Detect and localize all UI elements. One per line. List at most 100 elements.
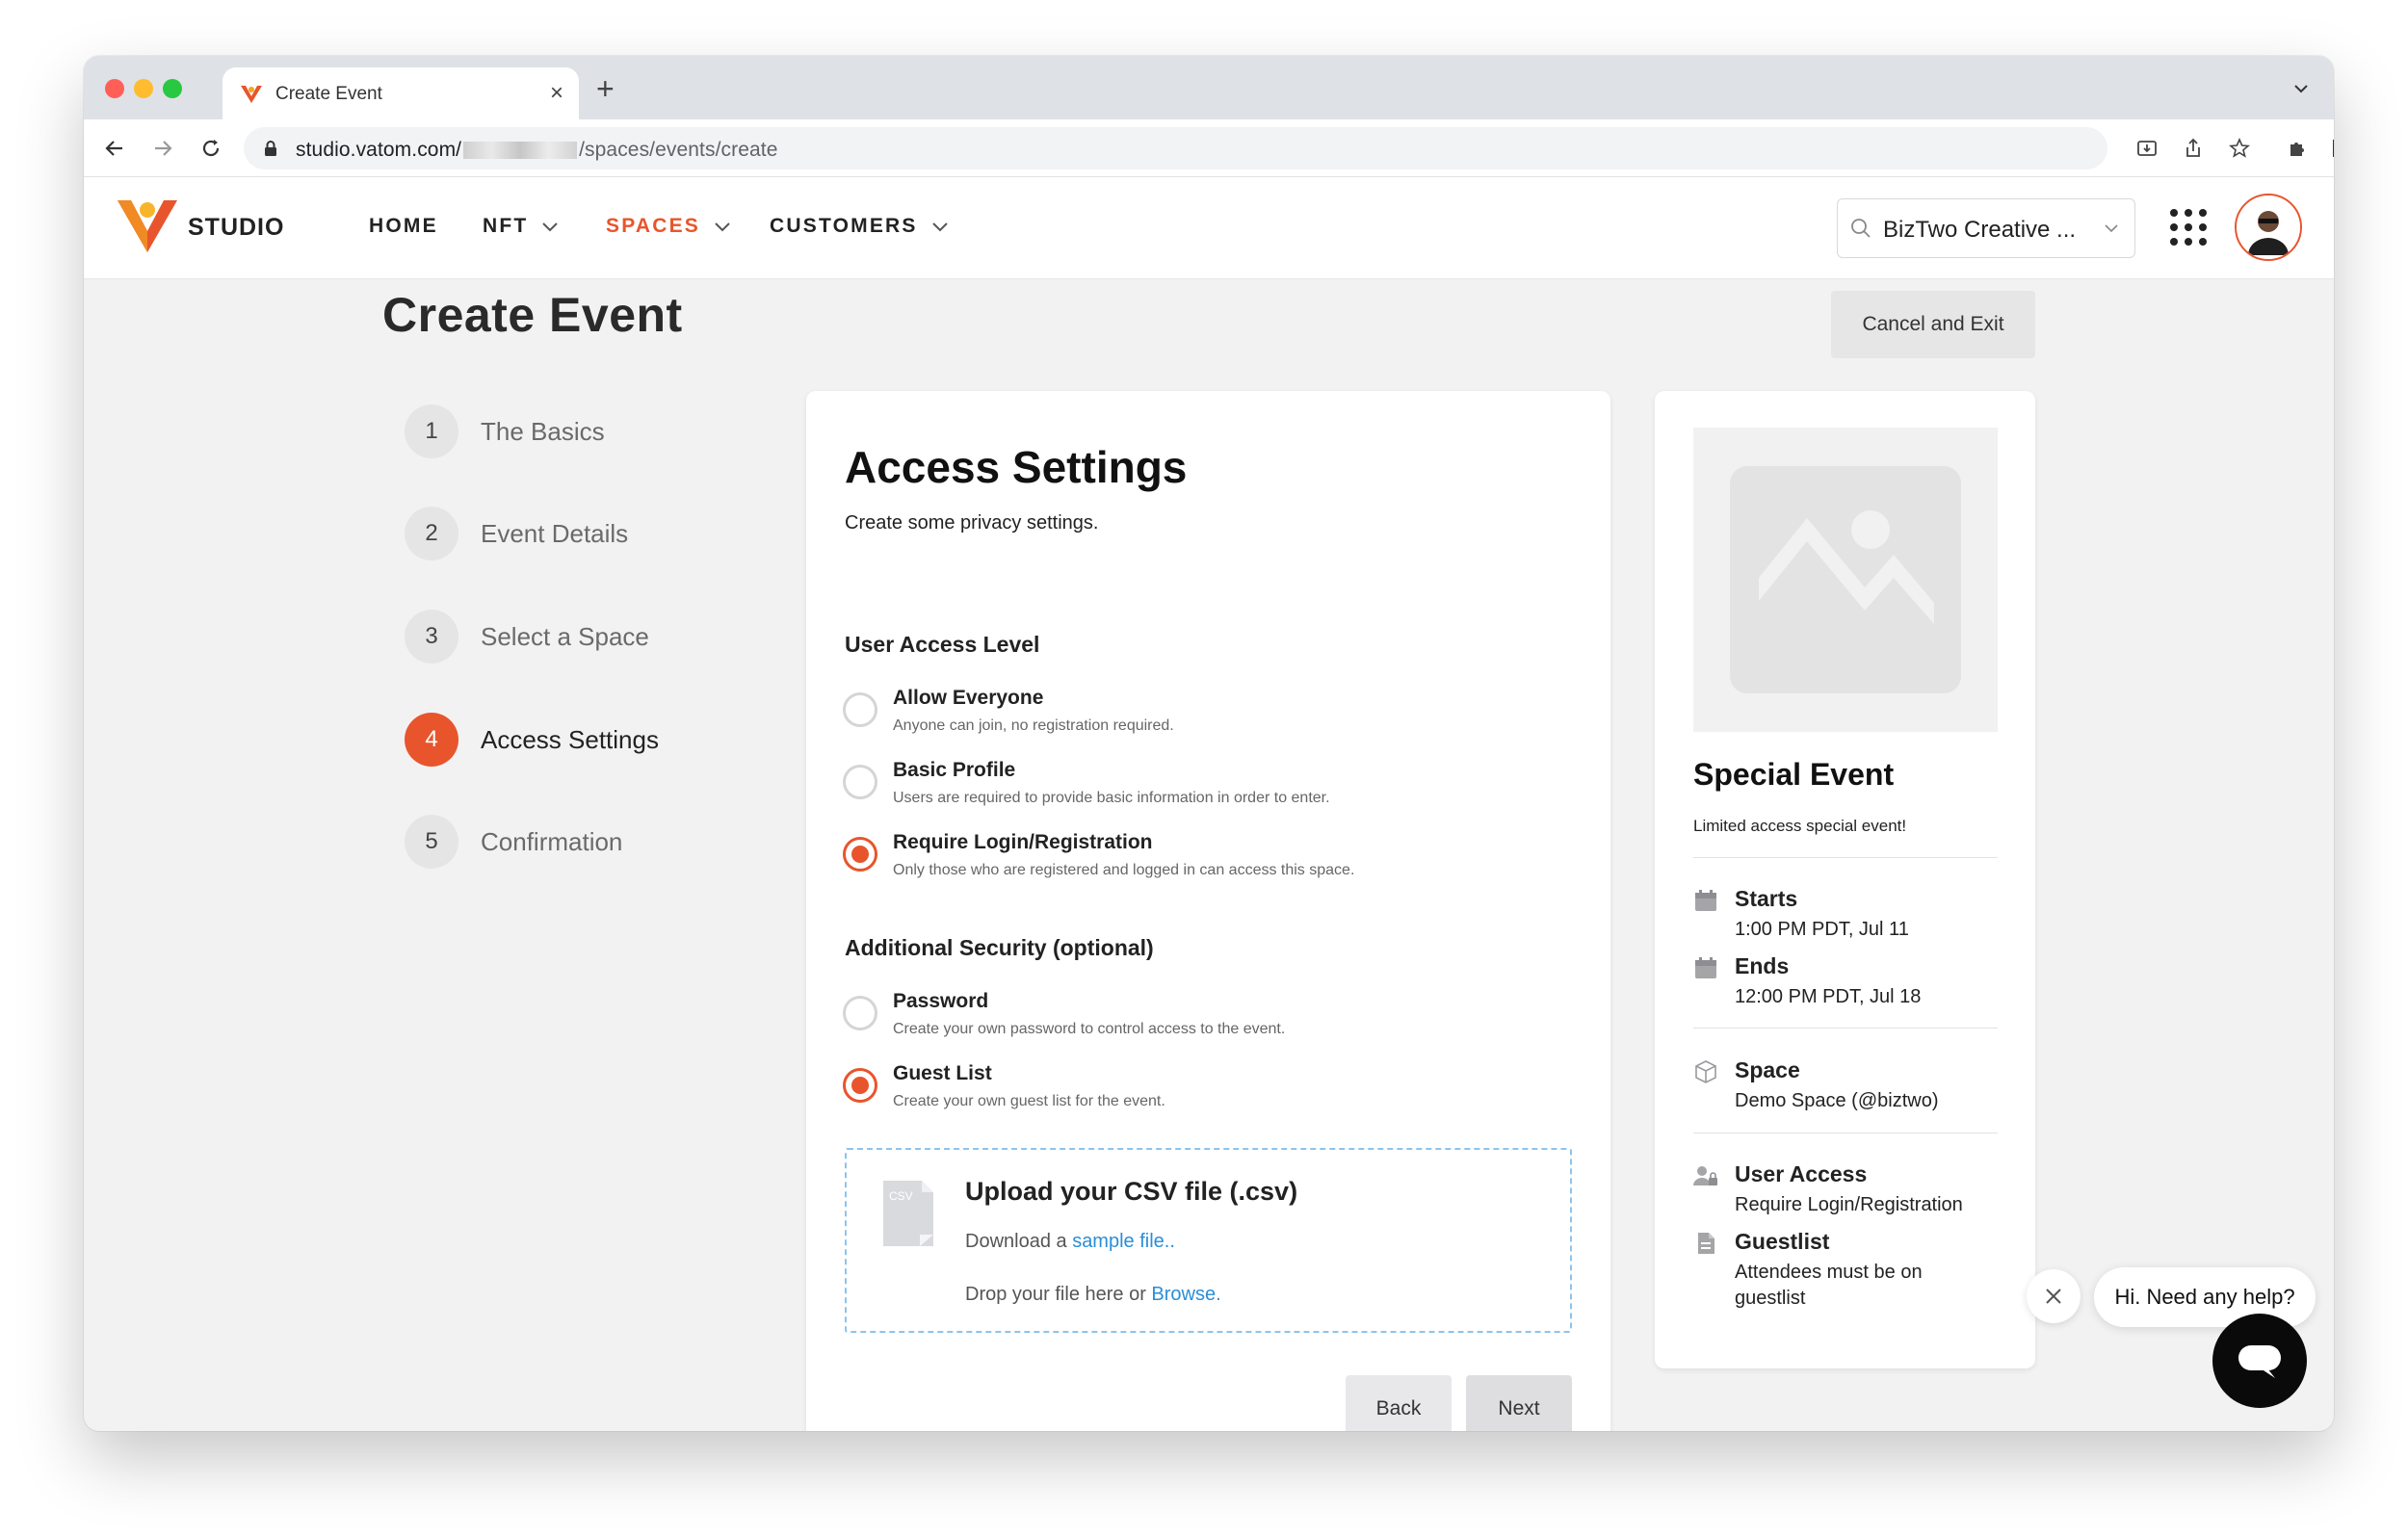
radio-description: Create your own guest list for the event… bbox=[893, 1093, 1165, 1109]
lock-icon bbox=[265, 141, 276, 156]
tab-strip: Create Event × + bbox=[84, 56, 2334, 121]
logo-text: STUDIO bbox=[188, 214, 285, 241]
info-value: 12:00 PM PDT, Jul 18 bbox=[1735, 986, 1922, 1007]
info-heading: Ends bbox=[1735, 953, 1790, 978]
radio-button[interactable] bbox=[843, 692, 877, 727]
back-arrow-icon[interactable] bbox=[99, 133, 130, 164]
additional-security-heading: Additional Security (optional) bbox=[845, 935, 1154, 960]
divider bbox=[1693, 857, 1998, 858]
radio-guest-list[interactable]: Guest List Create your own guest list fo… bbox=[843, 1060, 1575, 1118]
radio-label: Password bbox=[893, 990, 989, 1012]
browser-tab[interactable]: Create Event × bbox=[222, 67, 579, 121]
address-bar[interactable]: studio.vatom.com//spaces/events/create bbox=[244, 127, 2107, 169]
install-app-icon[interactable] bbox=[2132, 133, 2162, 164]
step-label: The Basics bbox=[481, 417, 605, 446]
tab-search-chevron-icon[interactable] bbox=[2291, 79, 2311, 98]
radio-button-selected[interactable] bbox=[843, 1068, 877, 1103]
step-number: 4 bbox=[405, 713, 458, 767]
chevron-down-icon bbox=[715, 222, 730, 232]
step-select-a-space[interactable]: 3 Select a Space bbox=[405, 610, 790, 667]
user-lock-icon bbox=[1693, 1166, 1717, 1185]
upload-title: Upload your CSV file (.csv) bbox=[965, 1177, 1298, 1206]
minimize-window-button[interactable] bbox=[134, 79, 153, 98]
back-button[interactable]: Back bbox=[1346, 1375, 1452, 1431]
chevron-down-icon bbox=[931, 222, 948, 232]
step-number: 5 bbox=[405, 815, 458, 869]
browser-window: Create Event × + studio.vatom.com//space… bbox=[84, 56, 2334, 1431]
cube-icon bbox=[1695, 1060, 1716, 1083]
nav-home[interactable]: HOME bbox=[369, 215, 438, 238]
step-the-basics[interactable]: 1 The Basics bbox=[405, 404, 790, 462]
nav-nft[interactable]: NFT bbox=[483, 215, 559, 238]
dismiss-help-icon[interactable] bbox=[2027, 1269, 2081, 1323]
step-label: Confirmation bbox=[481, 827, 623, 856]
user-avatar[interactable] bbox=[2235, 194, 2302, 261]
info-heading: User Access bbox=[1735, 1161, 1868, 1186]
reload-icon[interactable] bbox=[196, 133, 226, 164]
info-value: Require Login/Registration bbox=[1735, 1194, 1963, 1215]
chat-launcher-button[interactable] bbox=[2212, 1314, 2307, 1408]
search-icon bbox=[1851, 219, 1871, 238]
nav-customers[interactable]: CUSTOMERS bbox=[770, 215, 949, 238]
event-image-placeholder bbox=[1693, 428, 1998, 732]
info-heading: Space bbox=[1735, 1057, 1800, 1082]
organization-name: BizTwo Creative ... bbox=[1883, 217, 2077, 243]
info-heading: Guestlist bbox=[1735, 1229, 1830, 1254]
radio-description: Create your own password to control acce… bbox=[893, 1021, 1286, 1037]
divider bbox=[1693, 1028, 1998, 1029]
bookmark-star-icon[interactable] bbox=[2224, 133, 2255, 164]
tab-title: Create Event bbox=[275, 84, 382, 104]
browser-toolbar: studio.vatom.com//spaces/events/create bbox=[84, 119, 2334, 177]
organization-select[interactable]: BizTwo Creative ... bbox=[1837, 198, 2135, 258]
step-access-settings[interactable]: 4 Access Settings bbox=[405, 713, 790, 770]
csv-file-icon: CSV bbox=[883, 1181, 933, 1246]
nav-spaces[interactable]: SPACES bbox=[606, 215, 731, 238]
info-value: Demo Space (@biztwo) bbox=[1735, 1090, 1939, 1111]
forward-arrow-icon[interactable] bbox=[147, 133, 178, 164]
calendar-icon bbox=[1695, 890, 1716, 911]
info-value: Attendees must be on guestlist bbox=[1735, 1262, 1923, 1309]
card-title: Access Settings bbox=[845, 442, 1188, 492]
next-button[interactable]: Next bbox=[1466, 1375, 1572, 1431]
download-sample-line: Download a sample file.. bbox=[965, 1231, 1175, 1252]
radio-password[interactable]: Password Create your own password to con… bbox=[843, 988, 1575, 1046]
radio-basic-profile[interactable]: Basic Profile Users are required to prov… bbox=[843, 757, 1575, 815]
vatom-favicon-icon bbox=[241, 86, 262, 103]
new-tab-button[interactable]: + bbox=[596, 71, 615, 107]
cancel-and-exit-button[interactable]: Cancel and Exit bbox=[1831, 291, 2035, 358]
radio-button[interactable] bbox=[843, 996, 877, 1030]
document-icon bbox=[1698, 1233, 1714, 1254]
step-confirmation[interactable]: 5 Confirmation bbox=[405, 815, 790, 873]
close-tab-icon[interactable]: × bbox=[550, 80, 563, 107]
step-event-details[interactable]: 2 Event Details bbox=[405, 507, 790, 564]
apps-grid-icon[interactable] bbox=[2170, 209, 2207, 246]
share-icon[interactable] bbox=[2178, 133, 2209, 164]
zoom-window-button[interactable] bbox=[163, 79, 182, 98]
side-panel-icon[interactable] bbox=[2326, 133, 2334, 164]
chevron-down-icon bbox=[542, 222, 559, 232]
radio-require-login[interactable]: Require Login/Registration Only those wh… bbox=[843, 829, 1575, 887]
event-description: Limited access special event! bbox=[1693, 817, 1907, 835]
step-number: 3 bbox=[405, 610, 458, 664]
info-value: 1:00 PM PDT, Jul 11 bbox=[1735, 919, 1909, 940]
help-bubble[interactable]: Hi. Need any help? bbox=[2094, 1267, 2316, 1327]
step-label: Select a Space bbox=[481, 622, 649, 651]
radio-label: Basic Profile bbox=[893, 759, 1016, 781]
radio-button[interactable] bbox=[843, 765, 877, 799]
chat-bubble-icon bbox=[2238, 1345, 2281, 1378]
svg-text:CSV: CSV bbox=[889, 1189, 913, 1203]
image-placeholder-icon bbox=[1730, 466, 1961, 693]
sample-file-link[interactable]: sample file.. bbox=[1072, 1231, 1175, 1252]
browse-link[interactable]: Browse. bbox=[1151, 1284, 1220, 1305]
redacted-segment bbox=[463, 142, 578, 160]
radio-allow-everyone[interactable]: Allow Everyone Anyone can join, no regis… bbox=[843, 685, 1575, 742]
radio-button-selected[interactable] bbox=[843, 837, 877, 872]
extensions-puzzle-icon[interactable] bbox=[2282, 133, 2313, 164]
info-heading: Starts bbox=[1735, 886, 1798, 911]
csv-upload-dropzone[interactable]: CSV Upload your CSV file (.csv) Download… bbox=[845, 1148, 1572, 1333]
step-number: 1 bbox=[405, 404, 458, 458]
close-window-button[interactable] bbox=[105, 79, 124, 98]
vatom-logo-icon[interactable] bbox=[116, 196, 179, 254]
radio-description: Users are required to provide basic info… bbox=[893, 790, 1330, 806]
page-title: Create Event bbox=[382, 288, 683, 342]
